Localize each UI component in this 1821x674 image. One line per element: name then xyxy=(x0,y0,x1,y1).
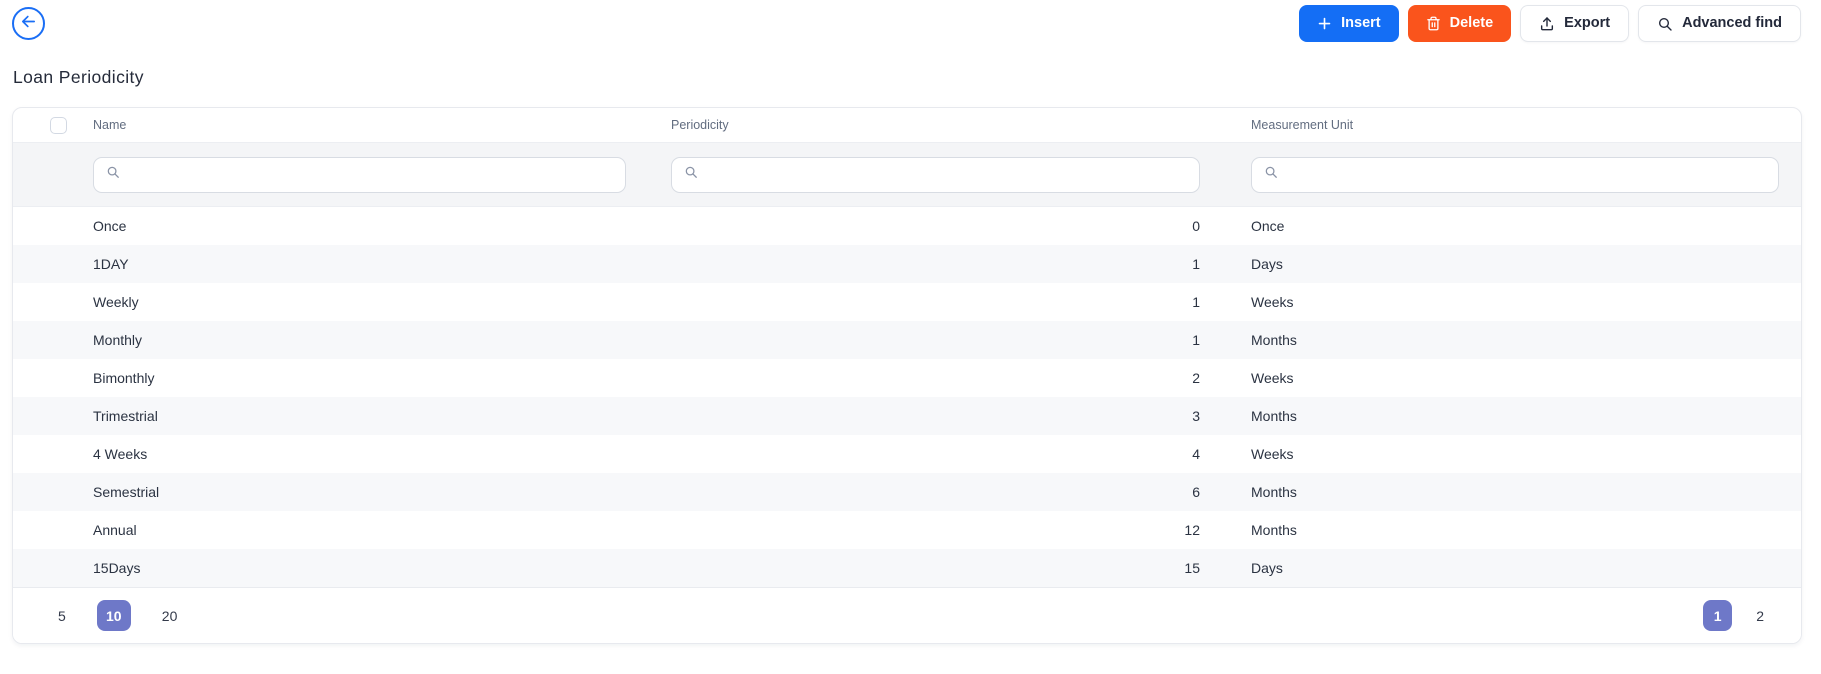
upload-icon xyxy=(1539,16,1555,32)
table-row[interactable]: 1DAY 1 Days xyxy=(13,245,1801,283)
cell-name: Semestrial xyxy=(93,484,160,500)
column-header-measurement-unit[interactable]: Measurement Unit xyxy=(1251,118,1801,132)
cell-periodicity: 1 xyxy=(1192,256,1200,272)
cell-unit: Months xyxy=(1251,484,1297,500)
cell-periodicity: 0 xyxy=(1192,218,1200,234)
page-size-5[interactable]: 5 xyxy=(51,600,73,631)
search-icon xyxy=(106,165,120,184)
page-size-10[interactable]: 10 xyxy=(96,600,131,631)
table-row[interactable]: 4 Weeks 4 Weeks xyxy=(13,435,1801,473)
back-button[interactable] xyxy=(12,7,45,40)
table-row[interactable]: Monthly 1 Months xyxy=(13,321,1801,359)
table-row[interactable]: Weekly 1 Weeks xyxy=(13,283,1801,321)
trash-icon xyxy=(1426,16,1441,31)
table-row[interactable]: Once 0 Once xyxy=(13,207,1801,245)
cell-name: 15Days xyxy=(93,560,141,576)
cell-periodicity: 1 xyxy=(1192,294,1200,310)
cell-unit: Months xyxy=(1251,408,1297,424)
top-bar: Insert Delete Export Advanced find xyxy=(0,0,1821,42)
periodicity-filter-input[interactable] xyxy=(706,166,1187,183)
cell-periodicity: 4 xyxy=(1192,446,1200,462)
cell-unit: Days xyxy=(1251,256,1283,272)
loan-periodicity-table: Name Periodicity Measurement Unit Once 0… xyxy=(12,107,1802,644)
cell-periodicity: 1 xyxy=(1192,332,1200,348)
cell-unit: Once xyxy=(1251,218,1285,234)
table-body: Once 0 Once 1DAY 1 Days Weekly 1 Weeks M… xyxy=(13,207,1801,587)
cell-name: Monthly xyxy=(93,332,143,348)
cell-periodicity: 12 xyxy=(1184,522,1200,538)
export-button-label: Export xyxy=(1564,15,1611,32)
cell-name: Annual xyxy=(93,522,137,538)
plus-icon xyxy=(1317,16,1332,31)
periodicity-filter xyxy=(671,156,1200,193)
measurement-unit-filter-input[interactable] xyxy=(1286,166,1766,183)
name-filter-input[interactable] xyxy=(128,166,613,183)
advanced-find-button[interactable]: Advanced find xyxy=(1638,5,1801,42)
table-row[interactable]: Annual 12 Months xyxy=(13,511,1801,549)
arrow-left-icon xyxy=(20,13,37,35)
insert-button-label: Insert xyxy=(1341,15,1381,32)
cell-unit: Days xyxy=(1251,560,1283,576)
page-selector: 1 2 xyxy=(1703,600,1771,631)
cell-name: Trimestrial xyxy=(93,408,158,424)
name-filter xyxy=(93,156,626,193)
column-header-periodicity[interactable]: Periodicity xyxy=(671,118,1251,132)
cell-unit: Months xyxy=(1251,332,1297,348)
cell-unit: Months xyxy=(1251,522,1297,538)
insert-button[interactable]: Insert xyxy=(1299,5,1399,42)
cell-unit: Weeks xyxy=(1251,446,1294,462)
search-icon xyxy=(1264,165,1278,184)
toolbar-actions: Insert Delete Export Advanced find xyxy=(1299,5,1801,42)
export-button[interactable]: Export xyxy=(1520,5,1630,42)
cell-name: 4 Weeks xyxy=(93,446,148,462)
cell-name: Bimonthly xyxy=(93,370,155,386)
page-1[interactable]: 1 xyxy=(1703,600,1733,631)
select-all-checkbox[interactable] xyxy=(50,116,67,134)
table-filter-row xyxy=(13,143,1801,207)
cell-name: 1DAY xyxy=(93,256,129,272)
delete-button[interactable]: Delete xyxy=(1407,5,1512,42)
column-header-name[interactable]: Name xyxy=(93,118,671,132)
table-footer: 5 10 20 1 2 xyxy=(13,587,1801,643)
search-icon xyxy=(684,165,698,184)
page-2[interactable]: 2 xyxy=(1749,600,1771,631)
table-row[interactable]: Semestrial 6 Months xyxy=(13,473,1801,511)
cell-unit: Weeks xyxy=(1251,294,1294,310)
table-row[interactable]: 15Days 15 Days xyxy=(13,549,1801,587)
table-row[interactable]: Trimestrial 3 Months xyxy=(13,397,1801,435)
cell-periodicity: 3 xyxy=(1192,408,1200,424)
cell-periodicity: 6 xyxy=(1192,484,1200,500)
delete-button-label: Delete xyxy=(1449,15,1494,32)
cell-name: Once xyxy=(93,218,127,234)
page-title: Loan Periodicity xyxy=(13,67,144,87)
advanced-find-button-label: Advanced find xyxy=(1682,15,1782,32)
page-size-20[interactable]: 20 xyxy=(155,600,185,631)
page-size-selector: 5 10 20 xyxy=(51,600,184,631)
table-header-row: Name Periodicity Measurement Unit xyxy=(13,108,1801,143)
search-icon xyxy=(1657,16,1673,32)
cell-periodicity: 2 xyxy=(1192,370,1200,386)
cell-periodicity: 15 xyxy=(1184,560,1200,576)
measurement-unit-filter xyxy=(1251,156,1779,193)
table-row[interactable]: Bimonthly 2 Weeks xyxy=(13,359,1801,397)
cell-name: Weekly xyxy=(93,294,139,310)
cell-unit: Weeks xyxy=(1251,370,1294,386)
